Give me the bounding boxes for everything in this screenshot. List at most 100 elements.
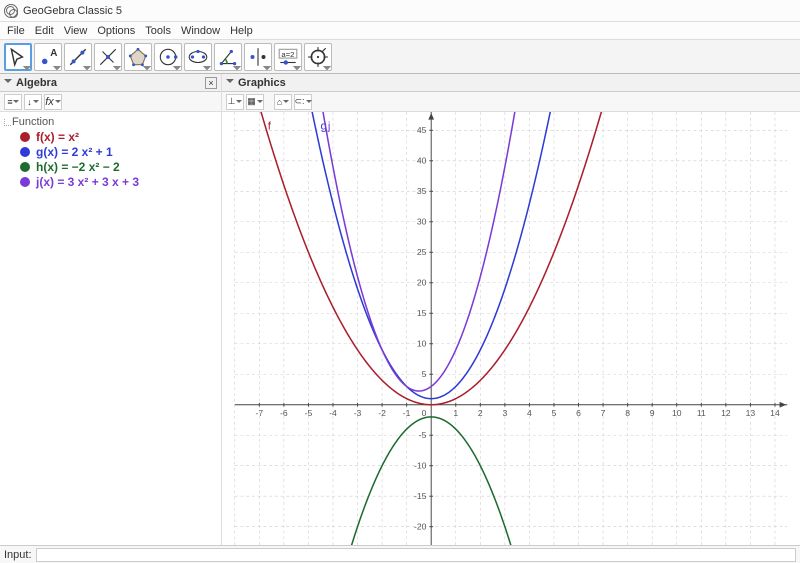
visibility-dot-icon[interactable] xyxy=(20,132,30,142)
collapse-icon xyxy=(4,79,12,87)
svg-text:2: 2 xyxy=(478,408,483,418)
titlebar: GeoGebra Classic 5 xyxy=(0,0,800,22)
function-expression: h(x) = −2 x² − 2 xyxy=(36,160,120,174)
point-capture-button[interactable]: ⊂: xyxy=(294,94,312,110)
angle-tool[interactable] xyxy=(214,43,242,71)
svg-text:13: 13 xyxy=(746,408,756,418)
visibility-dot-icon[interactable] xyxy=(20,147,30,157)
curve-h[interactable] xyxy=(235,417,787,545)
command-input[interactable] xyxy=(36,548,796,562)
svg-text:-5: -5 xyxy=(419,430,427,440)
polygon-tool-icon xyxy=(127,46,149,68)
svg-text:12: 12 xyxy=(721,408,731,418)
visibility-dot-icon[interactable] xyxy=(20,162,30,172)
visibility-dot-icon[interactable] xyxy=(20,177,30,187)
perpendicular-tool-icon xyxy=(97,46,119,68)
svg-text:35: 35 xyxy=(417,186,427,196)
function-g[interactable]: g(x) = 2 x² + 1 xyxy=(20,145,217,159)
function-expression: f(x) = x² xyxy=(36,130,79,144)
circle-tool[interactable] xyxy=(154,43,182,71)
grid-icon: ▦ xyxy=(247,96,256,107)
move-graphics-tool[interactable] xyxy=(304,43,332,71)
point-tool[interactable]: A xyxy=(34,43,62,71)
svg-text:10: 10 xyxy=(672,408,682,418)
svg-text:5: 5 xyxy=(552,408,557,418)
slider-tool[interactable]: a=2 xyxy=(274,43,302,71)
algebra-subtoolbar: ≡ ↓ fx xyxy=(0,92,221,112)
curve-label-j: j xyxy=(327,121,331,133)
ellipse-tool-icon xyxy=(187,46,209,68)
list-icon: ≡ xyxy=(7,97,11,107)
axes-icon: ⊥ xyxy=(228,96,236,107)
input-label: Input: xyxy=(4,549,32,561)
svg-text:9: 9 xyxy=(650,408,655,418)
curve-f[interactable] xyxy=(235,112,787,405)
svg-text:30: 30 xyxy=(417,217,427,227)
input-bar: Input: xyxy=(0,545,800,563)
app-title: GeoGebra Classic 5 xyxy=(23,5,122,17)
curve-g[interactable] xyxy=(235,112,787,399)
svg-text:-4: -4 xyxy=(329,408,337,418)
menu-edit[interactable]: Edit xyxy=(30,25,59,37)
algebra-tree: Function f(x) = x²g(x) = 2 x² + 1h(x) = … xyxy=(0,112,221,545)
menu-window[interactable]: Window xyxy=(176,25,225,37)
aux-objects-button[interactable]: fx xyxy=(44,94,62,110)
toggle-axes-button[interactable]: ⊥ xyxy=(226,94,244,110)
angle-tool-icon xyxy=(217,46,239,68)
function-j[interactable]: j(x) = 3 x² + 3 x + 3 xyxy=(20,175,217,189)
move-tool[interactable] xyxy=(4,43,32,71)
category-function[interactable]: Function xyxy=(12,116,217,128)
svg-text:40: 40 xyxy=(417,156,427,166)
ellipse-tool[interactable] xyxy=(184,43,212,71)
graphics-subtoolbar: ⊥ ▦ ⌂ ⊂: xyxy=(222,92,800,112)
svg-text:-2: -2 xyxy=(378,408,386,418)
function-f[interactable]: f(x) = x² xyxy=(20,130,217,144)
toggle-grid-button[interactable]: ▦ xyxy=(246,94,264,110)
svg-text:-20: -20 xyxy=(414,522,427,532)
svg-text:11: 11 xyxy=(697,408,706,418)
menu-file[interactable]: File xyxy=(2,25,30,37)
graphics-panel-header[interactable]: Graphics xyxy=(222,74,800,92)
menu-view[interactable]: View xyxy=(59,25,93,37)
svg-text:10: 10 xyxy=(417,339,427,349)
function-h[interactable]: h(x) = −2 x² − 2 xyxy=(20,160,217,174)
graphics-view[interactable]: -7-6-5-4-3-2-11234567891011121314-20-15-… xyxy=(222,112,800,545)
svg-text:A: A xyxy=(50,47,57,58)
toolbar: Aa=2 xyxy=(0,40,800,74)
algebra-panel-header[interactable]: Algebra × xyxy=(0,74,221,92)
menu-help[interactable]: Help xyxy=(225,25,258,37)
svg-text:25: 25 xyxy=(417,247,427,257)
order-button[interactable]: ↓ xyxy=(24,94,42,110)
line-tool[interactable] xyxy=(64,43,92,71)
polygon-tool[interactable] xyxy=(124,43,152,71)
geogebra-icon xyxy=(4,4,18,18)
close-icon[interactable]: × xyxy=(205,77,217,89)
menu-tools[interactable]: Tools xyxy=(140,25,176,37)
svg-text:-5: -5 xyxy=(305,408,313,418)
svg-text:-7: -7 xyxy=(255,408,263,418)
menubar: FileEditViewOptionsToolsWindowHelp xyxy=(0,22,800,40)
svg-text:-10: -10 xyxy=(414,461,427,471)
graphics-canvas[interactable]: -7-6-5-4-3-2-11234567891011121314-20-15-… xyxy=(222,112,800,545)
home-icon: ⌂ xyxy=(277,97,282,107)
svg-text:8: 8 xyxy=(625,408,630,418)
perpendicular-tool[interactable] xyxy=(94,43,122,71)
algebra-title: Algebra xyxy=(16,77,57,89)
default-view-button[interactable]: ⌂ xyxy=(274,94,292,110)
svg-text:7: 7 xyxy=(601,408,606,418)
svg-text:15: 15 xyxy=(417,308,427,318)
circle-tool-icon xyxy=(157,46,179,68)
svg-text:1: 1 xyxy=(453,408,458,418)
reflect-tool[interactable] xyxy=(244,43,272,71)
graphics-title: Graphics xyxy=(238,77,286,89)
move-graphics-tool-icon xyxy=(307,46,329,68)
curve-j[interactable] xyxy=(235,112,787,391)
svg-text:4: 4 xyxy=(527,408,532,418)
line-tool-icon xyxy=(67,46,89,68)
function-expression: j(x) = 3 x² + 3 x + 3 xyxy=(36,175,139,189)
curve-label-f: f xyxy=(268,121,272,133)
menu-options[interactable]: Options xyxy=(92,25,140,37)
svg-text:6: 6 xyxy=(576,408,581,418)
snap-icon: ⊂: xyxy=(294,96,304,107)
sort-mode-button[interactable]: ≡ xyxy=(4,94,22,110)
